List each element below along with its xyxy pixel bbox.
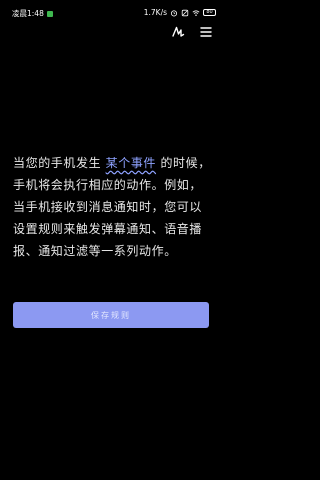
wifi-icon (192, 9, 200, 16)
alarm-icon (170, 9, 178, 16)
mute-icon (181, 9, 189, 16)
description-text-end: 的时候，手机将会执行相应的动作。例如，当手机接收到消息通知时，您可以设置规则来触… (13, 156, 211, 258)
description-text-start: 当您的手机发生 (13, 156, 106, 170)
menu-icon[interactable] (198, 24, 214, 40)
status-left: 凌晨1:48 (12, 8, 53, 19)
status-bar: 凌晨1:48 1.7K/s 80 (0, 0, 222, 24)
draw-icon[interactable] (170, 24, 186, 40)
save-rule-button[interactable]: 保存规则 (13, 302, 209, 328)
status-right: 1.7K/s 80 (144, 8, 216, 17)
rule-description: 当您的手机发生 某个事件 的时候，手机将会执行相应的动作。例如，当手机接收到消息… (13, 152, 213, 262)
notification-app-icon (46, 10, 53, 17)
event-trigger-link[interactable]: 某个事件 (106, 156, 156, 170)
network-speed: 1.7K/s (143, 8, 167, 17)
battery-icon: 80 (203, 9, 216, 16)
battery-level: 80 (206, 9, 213, 15)
status-time: 凌晨1:48 (12, 9, 44, 18)
toolbar (170, 24, 214, 40)
